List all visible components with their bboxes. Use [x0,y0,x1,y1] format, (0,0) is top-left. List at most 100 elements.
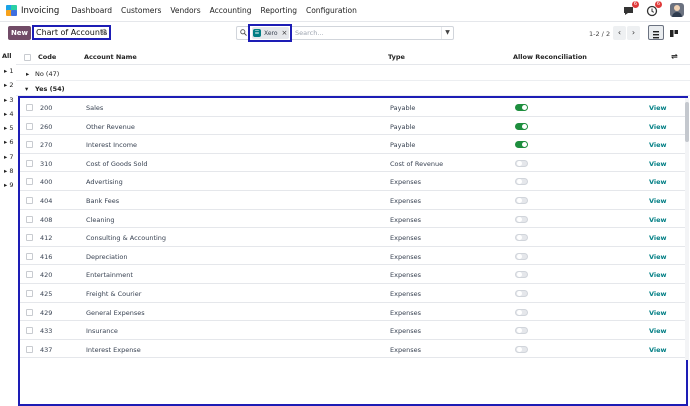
table-row[interactable]: 429 General Expenses Expenses View [20,303,686,322]
group-item-8[interactable]: ▸ 8 [4,167,13,175]
view-link[interactable]: View [649,216,667,224]
row-checkbox[interactable] [26,104,33,111]
group-item-6[interactable]: ▸ 6 [4,138,13,146]
column-account-name[interactable]: Account Name [84,53,137,61]
invoicing-app-icon[interactable] [6,5,17,16]
reconcile-toggle[interactable] [515,252,528,260]
pager-next-button[interactable]: › [627,26,640,40]
column-allow-reconciliation[interactable]: Allow Reconciliation [513,53,587,61]
row-checkbox[interactable] [26,178,33,186]
reconcile-toggle[interactable] [515,122,528,130]
table-row[interactable]: 437 Interest Expense Expenses View [20,340,686,359]
cell-code: 437 [40,345,53,354]
column-type[interactable]: Type [388,53,405,61]
view-link[interactable]: View [649,309,667,317]
row-checkbox[interactable] [26,327,33,335]
user-avatar[interactable] [670,3,684,17]
activity-clock-icon[interactable]: 6 [646,1,662,17]
reconcile-toggle[interactable] [515,197,528,204]
table-row[interactable]: 412 Consulting & Accounting Expenses View [20,228,686,247]
table-row[interactable]: 270 Interest Income Payable View [20,135,686,154]
table-row[interactable]: 408 Cleaning Expenses View [20,210,686,229]
row-checkbox[interactable] [26,215,33,223]
row-checkbox[interactable] [26,234,33,242]
row-checkbox[interactable] [26,290,33,297]
reconcile-toggle[interactable] [515,271,528,279]
reconcile-toggle[interactable] [515,141,528,149]
table-row[interactable]: 404 Bank Fees Expenses View [20,191,686,210]
view-link[interactable]: View [649,327,667,335]
table-row[interactable]: 400 Advertising Expenses View [20,172,686,191]
app-name[interactable]: Invoicing [21,6,59,16]
search-facet[interactable]: ☰ Xero × [252,27,289,39]
view-link[interactable]: View [649,290,667,298]
column-settings-icon[interactable]: ⇌ [671,52,678,61]
table-row[interactable]: 260 Other Revenue Payable View [20,117,686,136]
table-row[interactable]: 416 Depreciation Expenses View [20,247,686,266]
scrollbar-thumb[interactable] [685,102,689,142]
view-link[interactable]: View [649,234,667,242]
view-link[interactable]: View [649,197,667,205]
row-checkbox[interactable] [26,159,33,167]
menu-customers[interactable]: Customers [121,6,161,15]
view-link[interactable]: View [649,346,667,354]
view-link[interactable]: View [649,253,667,261]
group-item-3[interactable]: ▸ 3 [4,96,13,104]
table-row[interactable]: 425 Freight & Courier Expenses View [20,284,686,303]
menu-reporting[interactable]: Reporting [261,6,297,15]
view-link[interactable]: View [649,123,667,131]
group-item-7[interactable]: ▸ 7 [4,153,13,161]
group-item-2[interactable]: ▸ 2 [4,81,13,89]
reconcile-toggle[interactable] [515,345,528,353]
table-row[interactable]: 310 Cost of Goods Sold Cost of Revenue View [20,154,686,173]
row-checkbox[interactable] [26,271,33,279]
menu-vendors[interactable]: Vendors [170,6,200,15]
row-checkbox[interactable] [26,308,33,316]
view-link[interactable]: View [649,141,667,149]
group-row-yes[interactable]: ▾ Yes (54) [16,82,690,96]
pager-previous-button[interactable]: ‹ [613,26,626,40]
group-item-1[interactable]: ▸ 1 [4,67,13,75]
reconcile-toggle[interactable] [515,159,528,167]
table-row[interactable]: 433 Insurance Expenses View [20,321,686,340]
group-item-4[interactable]: ▸ 4 [4,110,13,118]
row-checkbox[interactable] [26,252,33,260]
reconcile-toggle[interactable] [515,327,528,335]
group-row-no[interactable]: ▸ No (47) [16,67,690,81]
reconcile-toggle[interactable] [515,290,528,297]
table-row[interactable]: 420 Entertainment Expenses View [20,265,686,284]
row-checkbox[interactable] [26,122,33,130]
list-view-button[interactable] [648,25,664,40]
reconcile-toggle[interactable] [515,308,528,316]
new-button[interactable]: New [8,26,31,40]
row-checkbox[interactable] [26,197,33,204]
chevron-down-icon[interactable]: ▼ [441,27,453,39]
gear-icon[interactable]: ⚙ [101,28,107,36]
kanban-view-button[interactable] [667,25,683,40]
search-input[interactable]: Search... [295,29,324,37]
row-checkbox[interactable] [26,345,33,353]
menu-accounting[interactable]: Accounting [210,6,252,15]
group-item-9[interactable]: ▸ 9 [4,181,13,189]
select-all-checkbox[interactable] [24,54,31,61]
view-link[interactable]: View [649,271,667,279]
scrollbar[interactable] [685,98,689,360]
group-item-5[interactable]: ▸ 5 [4,124,13,132]
view-link[interactable]: View [649,104,667,112]
column-code[interactable]: Code [38,53,56,61]
table-row[interactable]: 200 Sales Payable View [20,98,686,117]
view-link[interactable]: View [649,178,667,186]
reconcile-toggle[interactable] [515,234,528,242]
group-all[interactable]: All [2,52,12,60]
menu-dashboard[interactable]: Dashboard [71,6,112,15]
reconcile-toggle[interactable] [515,215,528,223]
pager-value[interactable]: 1-2 / 2 [589,30,610,38]
reconcile-toggle[interactable] [515,104,528,111]
view-link[interactable]: View [649,160,667,168]
reconcile-toggle[interactable] [515,178,528,186]
chat-icon[interactable]: 6 [623,1,639,17]
row-checkbox[interactable] [26,141,33,149]
search-bar[interactable]: ☰ Xero × Search... ▼ [236,24,454,42]
close-icon[interactable]: × [282,29,288,37]
menu-configuration[interactable]: Configuration [306,6,357,15]
